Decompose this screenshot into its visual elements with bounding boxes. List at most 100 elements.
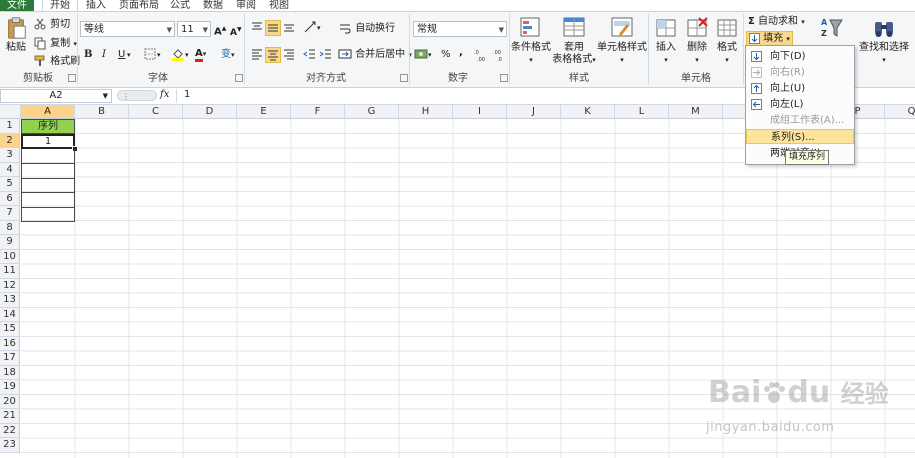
row-header-23[interactable]: 23: [0, 438, 20, 453]
row-header-10[interactable]: 10: [0, 249, 20, 264]
column-header-f[interactable]: F: [291, 105, 345, 119]
tab-view[interactable]: 视图: [262, 0, 296, 11]
cell-styles-button[interactable]: 单元格样式 ▾: [597, 16, 647, 66]
increase-decimal-button[interactable]: .0.00: [474, 48, 488, 62]
phonetic-button[interactable]: 变▾: [221, 48, 235, 62]
fill-across-sheets-item[interactable]: 成组工作表(A)...: [746, 113, 854, 128]
row-header-14[interactable]: 14: [0, 307, 20, 322]
column-header-c[interactable]: C: [129, 105, 183, 119]
accounting-format-button[interactable]: ▾: [414, 47, 432, 62]
align-left-button[interactable]: [250, 47, 264, 61]
font-name-select[interactable]: 等线 ▼: [80, 21, 175, 37]
cut-button[interactable]: 剪切: [33, 17, 70, 31]
align-bottom-button[interactable]: [282, 20, 296, 34]
tab-data[interactable]: 数据: [196, 0, 230, 11]
tab-file[interactable]: 文件: [0, 0, 34, 11]
format-cells-button[interactable]: 格式 ▾: [712, 16, 742, 66]
row-header-13[interactable]: 13: [0, 293, 20, 308]
row-header-19[interactable]: 19: [0, 380, 20, 395]
row-header-5[interactable]: 5: [0, 177, 20, 192]
percent-button[interactable]: %: [441, 48, 451, 61]
row-header-18[interactable]: 18: [0, 365, 20, 380]
name-box[interactable]: A2 ▼: [0, 89, 112, 103]
format-painter-button[interactable]: 格式刷: [33, 54, 80, 68]
format-as-table-button[interactable]: 套用 表格格式▾: [552, 16, 596, 66]
row-header-15[interactable]: 15: [0, 322, 20, 337]
column-header-e[interactable]: E: [237, 105, 291, 119]
border-button[interactable]: ▾: [143, 47, 161, 62]
formula-input[interactable]: 1: [184, 89, 190, 100]
wrap-text-button[interactable]: 自动换行: [338, 21, 395, 35]
tab-page-layout[interactable]: 页面布局: [112, 0, 166, 11]
column-header-a[interactable]: A: [21, 105, 75, 119]
font-launcher-icon[interactable]: [235, 74, 243, 82]
decrease-decimal-button[interactable]: .00.0: [493, 48, 507, 62]
align-center-button[interactable]: [265, 47, 281, 63]
align-top-button[interactable]: [250, 20, 264, 34]
increase-indent-button[interactable]: [319, 47, 333, 61]
grow-font-button[interactable]: A▲: [214, 22, 226, 38]
bordered-range-a3-a7[interactable]: [21, 149, 75, 222]
underline-button[interactable]: U: [118, 48, 125, 61]
cell-a2[interactable]: 1: [21, 134, 75, 149]
tab-formulas[interactable]: 公式: [163, 0, 197, 11]
row-header-16[interactable]: 16: [0, 336, 20, 351]
alignment-launcher-icon[interactable]: [400, 74, 408, 82]
row-header-12[interactable]: 12: [0, 278, 20, 293]
comma-button[interactable]: ,: [459, 46, 463, 59]
row-header-17[interactable]: 17: [0, 351, 20, 366]
column-header-l[interactable]: L: [615, 105, 669, 119]
sort-filter-button[interactable]: AZ: [820, 16, 844, 44]
fill-series-item[interactable]: 系列(S)...: [746, 129, 854, 144]
align-middle-button[interactable]: [265, 20, 281, 36]
number-format-select[interactable]: 常规 ▼: [413, 21, 507, 37]
tab-home[interactable]: 开始: [42, 0, 78, 11]
column-header-q[interactable]: Q: [885, 105, 915, 119]
row-header-2[interactable]: 2: [0, 133, 20, 148]
row-header-9[interactable]: 9: [0, 235, 20, 250]
delete-cells-button[interactable]: 删除 ▾: [682, 16, 712, 66]
row-header-1[interactable]: 1: [0, 119, 20, 134]
tab-insert[interactable]: 插入: [79, 0, 113, 11]
insert-cells-button[interactable]: 插入 ▾: [650, 16, 682, 66]
underline-dropdown[interactable]: ▾: [127, 49, 131, 62]
font-color-button[interactable]: A▾: [195, 47, 206, 62]
select-all-corner[interactable]: [0, 105, 21, 119]
fill-left-item[interactable]: 向左(L): [746, 97, 854, 112]
insert-function-button[interactable]: fx: [160, 89, 169, 100]
column-header-d[interactable]: D: [183, 105, 237, 119]
copy-button[interactable]: 复制 ▾: [33, 36, 77, 51]
row-header-22[interactable]: 22: [0, 423, 20, 438]
column-header-h[interactable]: H: [399, 105, 453, 119]
cell-a1[interactable]: 序列: [21, 119, 75, 134]
row-header-4[interactable]: 4: [0, 162, 20, 177]
fill-up-item[interactable]: 向上(U): [746, 81, 854, 96]
column-header-b[interactable]: B: [75, 105, 129, 119]
row-header-8[interactable]: 8: [0, 220, 20, 235]
merge-center-button[interactable]: 合并后居中 ▾: [338, 47, 412, 62]
row-header-3[interactable]: 3: [0, 148, 20, 163]
decrease-indent-button[interactable]: [303, 47, 317, 61]
orientation-button[interactable]: ▾: [303, 20, 321, 35]
row-header-6[interactable]: 6: [0, 191, 20, 206]
formula-bar-resize-handle[interactable]: ⋮: [117, 90, 157, 101]
number-launcher-icon[interactable]: [500, 74, 508, 82]
paste-button[interactable]: 粘贴: [2, 16, 30, 54]
column-header-i[interactable]: I: [453, 105, 507, 119]
conditional-format-button[interactable]: 条件格式 ▾: [510, 16, 552, 66]
bold-button[interactable]: B: [84, 48, 92, 61]
font-size-select[interactable]: 11 ▼: [177, 21, 211, 37]
row-header-11[interactable]: 11: [0, 264, 20, 279]
column-header-m[interactable]: M: [669, 105, 723, 119]
align-right-button[interactable]: [282, 47, 296, 61]
italic-button[interactable]: I: [102, 48, 106, 61]
row-header-20[interactable]: 20: [0, 394, 20, 409]
fill-right-item[interactable]: 向右(R): [746, 65, 854, 80]
column-header-j[interactable]: J: [507, 105, 561, 119]
fill-down-item[interactable]: 向下(D): [746, 49, 854, 64]
find-select-button[interactable]: 查找和选择 ▾: [856, 16, 912, 66]
row-header-7[interactable]: 7: [0, 206, 20, 221]
column-header-g[interactable]: G: [345, 105, 399, 119]
column-header-k[interactable]: K: [561, 105, 615, 119]
fill-color-button[interactable]: ▾: [171, 47, 189, 62]
